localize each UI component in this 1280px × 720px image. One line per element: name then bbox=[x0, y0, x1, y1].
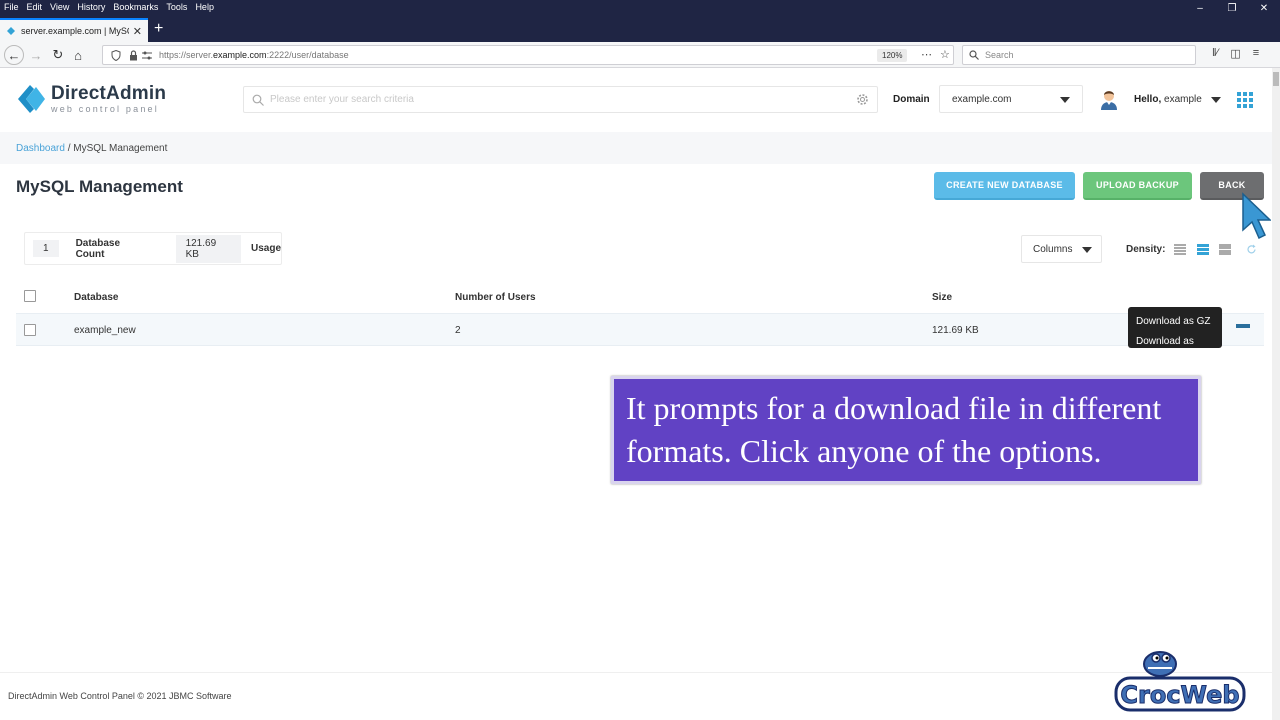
usage-label: Usage bbox=[250, 243, 281, 254]
zoom-level[interactable]: 120% bbox=[877, 49, 908, 62]
menu-file[interactable]: File bbox=[4, 2, 19, 12]
table-row[interactable]: example_new 2 121.69 KB bbox=[16, 313, 1264, 346]
menu-view[interactable]: View bbox=[50, 2, 69, 12]
hamburger-menu-icon[interactable]: ≡ bbox=[1253, 47, 1259, 60]
download-sql-option[interactable]: Download as SQL bbox=[1136, 332, 1214, 372]
avatar[interactable] bbox=[1099, 88, 1119, 110]
select-all-checkbox[interactable] bbox=[24, 290, 36, 302]
page-title: MySQL Management bbox=[16, 177, 183, 196]
breadcrumb-dashboard-link[interactable]: Dashboard bbox=[16, 143, 65, 154]
chevron-down-icon bbox=[1082, 247, 1092, 253]
caption-line-2: formats. Click anyone of the options. bbox=[626, 433, 1102, 469]
sidebar-icon[interactable]: ◫ bbox=[1230, 47, 1240, 60]
home-icon[interactable]: ⌂ bbox=[68, 45, 88, 65]
download-options-menu: Download as GZ Download as SQL bbox=[1128, 307, 1222, 367]
create-new-database-button[interactable]: CREATE NEW DATABASE bbox=[934, 172, 1075, 200]
density-normal-icon[interactable] bbox=[1197, 244, 1209, 255]
search-icon bbox=[252, 94, 264, 106]
scrollbar-thumb[interactable] bbox=[1273, 72, 1279, 86]
mouse-cursor-icon bbox=[1242, 192, 1271, 240]
column-header-size[interactable]: Size bbox=[932, 292, 952, 303]
database-count-label: Database Count bbox=[75, 237, 121, 260]
database-count-value: 1 bbox=[33, 240, 59, 257]
density-compact-icon[interactable] bbox=[1174, 244, 1186, 255]
menu-edit[interactable]: Edit bbox=[27, 2, 43, 12]
page-scrollbar[interactable] bbox=[1272, 68, 1280, 720]
instruction-caption: It prompts for a download file in differ… bbox=[611, 376, 1201, 484]
menu-history[interactable]: History bbox=[77, 2, 105, 12]
gear-icon[interactable] bbox=[856, 93, 869, 106]
app-search-placeholder: Please enter your search criteria bbox=[270, 94, 414, 105]
cell-size: 121.69 KB bbox=[932, 325, 979, 336]
columns-label: Columns bbox=[1033, 243, 1073, 255]
download-icon[interactable] bbox=[1236, 324, 1250, 328]
logo-mark-icon bbox=[18, 85, 45, 113]
directadmin-logo[interactable]: DirectAdmin web control panel bbox=[16, 82, 166, 116]
cell-number-of-users: 2 bbox=[455, 325, 461, 336]
page-actions-icon[interactable]: ⋯ bbox=[921, 48, 932, 61]
menu-tools[interactable]: Tools bbox=[166, 2, 187, 12]
download-gz-option[interactable]: Download as GZ bbox=[1136, 312, 1214, 332]
domain-label: Domain bbox=[893, 94, 930, 105]
back-arrow-icon[interactable]: ← bbox=[4, 45, 24, 65]
url-actions: ⋯ ☆ bbox=[921, 48, 950, 61]
refresh-icon[interactable] bbox=[1246, 244, 1257, 255]
reload-icon[interactable]: ↻ bbox=[48, 45, 68, 65]
logo-title: DirectAdmin bbox=[51, 83, 167, 104]
close-tab-icon[interactable]: ✕ bbox=[133, 25, 142, 38]
column-header-users[interactable]: Number of Users bbox=[455, 292, 536, 303]
url-bar[interactable]: https://server.example.com:2222/user/dat… bbox=[102, 45, 954, 65]
logo-subtitle: web control panel bbox=[51, 104, 159, 114]
upload-backup-button[interactable]: UPLOAD BACKUP bbox=[1083, 172, 1192, 200]
app-header: DirectAdmin web control panel Please ent… bbox=[0, 68, 1272, 132]
forward-arrow-icon[interactable]: → bbox=[26, 45, 46, 65]
browser-search-input[interactable]: Search bbox=[962, 45, 1196, 65]
crocweb-watermark-logo: CrocWeb bbox=[1114, 651, 1246, 712]
stats-summary: 1 Database Count 121.69 KB Usage bbox=[24, 232, 282, 265]
column-header-database[interactable]: Database bbox=[74, 292, 118, 303]
lock-icon bbox=[130, 50, 137, 61]
table-header: Database Number of Users Size bbox=[16, 284, 1264, 310]
footer-copyright: DirectAdmin Web Control Panel © 2021 JBM… bbox=[8, 691, 232, 701]
breadcrumb: Dashboard / MySQL Management bbox=[0, 132, 1272, 164]
user-greeting[interactable]: Hello, example bbox=[1134, 94, 1202, 105]
columns-dropdown-button[interactable]: Columns bbox=[1021, 235, 1102, 263]
bookmark-star-icon[interactable]: ☆ bbox=[940, 48, 950, 61]
caption-line-1: It prompts for a download file in differ… bbox=[626, 390, 1162, 426]
breadcrumb-separator: / bbox=[64, 143, 74, 154]
cell-database-name[interactable]: example_new bbox=[74, 325, 136, 336]
tab-strip: server.example.com | MySQL M ✕ + bbox=[0, 14, 1280, 42]
tab-title: server.example.com | MySQL M bbox=[21, 26, 129, 36]
density-label: Density: bbox=[1126, 244, 1166, 255]
browser-menubar: File Edit View History Bookmarks Tools H… bbox=[0, 0, 1280, 14]
library-icon[interactable]: ‖⁄ bbox=[1212, 47, 1218, 60]
user-menu-chevron-icon[interactable] bbox=[1211, 97, 1221, 103]
footer: DirectAdmin Web Control Panel © 2021 JBM… bbox=[0, 672, 1272, 720]
url-text: https://server.example.com:2222/user/dat… bbox=[159, 50, 349, 60]
row-checkbox[interactable] bbox=[24, 324, 36, 336]
breadcrumb-current: MySQL Management bbox=[73, 143, 168, 154]
svg-text:CrocWeb: CrocWeb bbox=[1120, 681, 1239, 709]
browser-tab-active[interactable]: server.example.com | MySQL M ✕ bbox=[0, 18, 148, 42]
favicon-icon bbox=[7, 27, 15, 35]
new-tab-icon[interactable]: + bbox=[154, 20, 163, 38]
search-icon bbox=[969, 50, 979, 60]
permissions-icon bbox=[142, 51, 152, 60]
menu-bookmarks[interactable]: Bookmarks bbox=[113, 2, 158, 12]
usage-value: 121.69 KB bbox=[175, 234, 241, 263]
apps-grid-icon[interactable] bbox=[1237, 92, 1253, 108]
browser-search-placeholder: Search bbox=[985, 50, 1014, 60]
domain-value: example.com bbox=[952, 93, 1012, 105]
browser-navbar: ← → ↻ ⌂ https://server.example.com:2222/… bbox=[0, 42, 1280, 68]
domain-select[interactable]: example.com bbox=[939, 85, 1083, 113]
toolbar-icons: ‖⁄ ◫ ≡ bbox=[1212, 47, 1259, 60]
chevron-down-icon bbox=[1060, 97, 1070, 103]
menu-help[interactable]: Help bbox=[195, 2, 214, 12]
shield-icon bbox=[111, 50, 121, 61]
app-search-input[interactable]: Please enter your search criteria bbox=[243, 86, 878, 113]
density-comfortable-icon[interactable] bbox=[1219, 244, 1231, 255]
